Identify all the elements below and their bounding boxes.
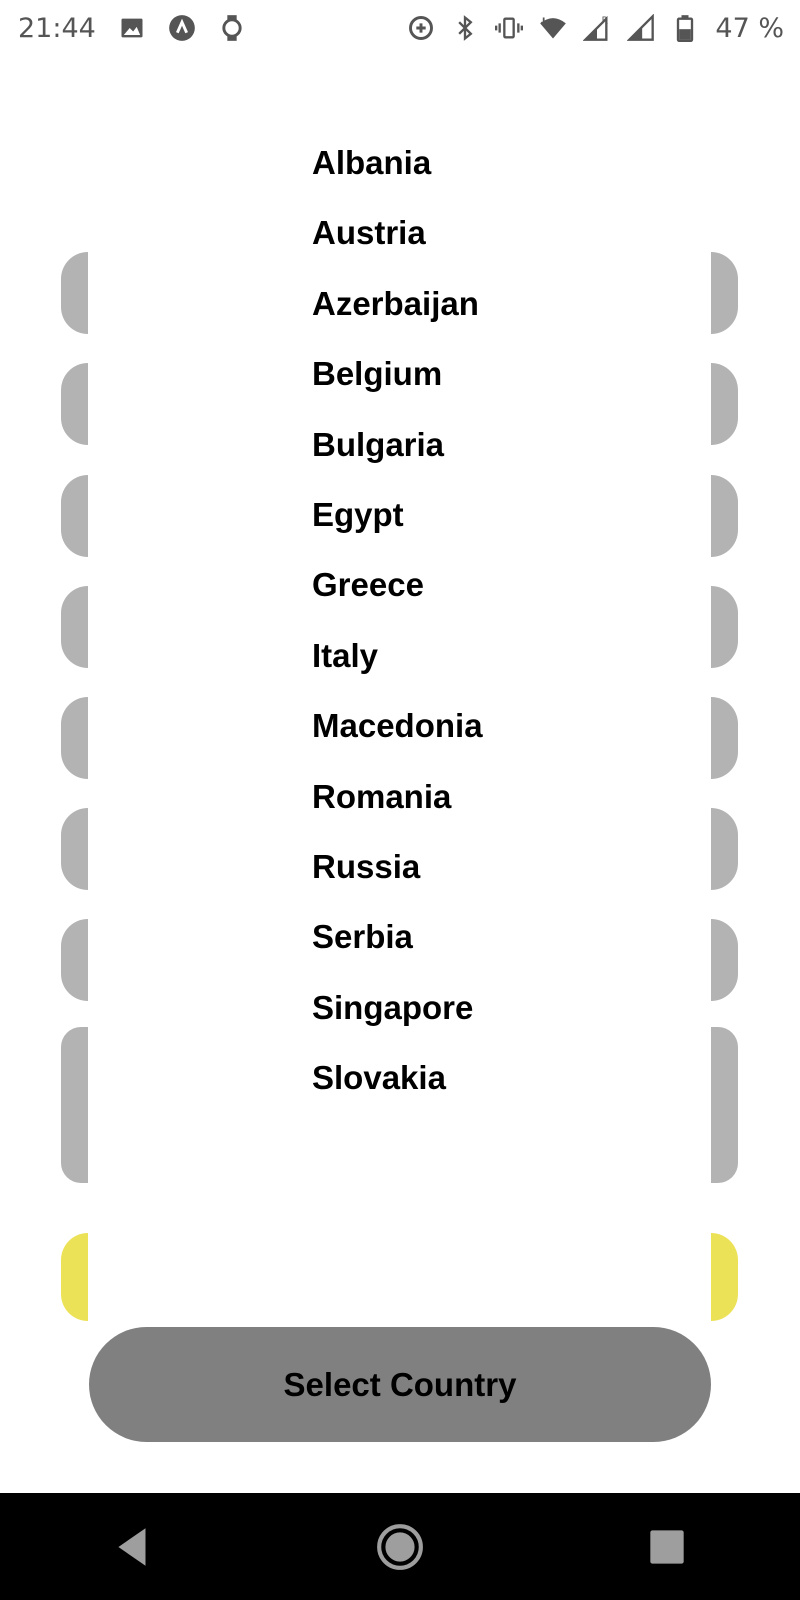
country-list: Albania Austria Azerbaijan Belgium Bulga… — [312, 128, 692, 1113]
side-decoration-right — [711, 475, 738, 557]
country-item-italy[interactable]: Italy — [312, 621, 692, 691]
country-item-albania[interactable]: Albania — [312, 128, 692, 198]
country-item-bulgaria[interactable]: Bulgaria — [312, 410, 692, 480]
signal-icon — [627, 14, 655, 42]
status-bar-right: R 47 % — [407, 13, 800, 44]
side-decoration-right — [711, 919, 738, 1001]
country-item-azerbaijan[interactable]: Azerbaijan — [312, 269, 692, 339]
side-decoration-left — [61, 808, 88, 890]
side-decoration-left — [61, 919, 88, 1001]
side-decoration-right — [711, 1027, 738, 1183]
country-item-egypt[interactable]: Egypt — [312, 480, 692, 550]
side-decoration-left — [61, 697, 88, 779]
battery-percent: 47 % — [715, 12, 784, 44]
side-decoration-right — [711, 363, 738, 445]
country-item-slovakia[interactable]: Slovakia — [312, 1043, 692, 1113]
status-bar: 21:44 R 47 % — [0, 0, 800, 56]
wifi-icon — [539, 14, 567, 42]
back-icon[interactable] — [103, 1517, 163, 1577]
vibrate-icon — [495, 14, 524, 42]
watch-icon — [218, 14, 246, 42]
data-saver-icon — [407, 14, 435, 42]
country-item-singapore[interactable]: Singapore — [312, 973, 692, 1043]
country-item-serbia[interactable]: Serbia — [312, 902, 692, 972]
side-decoration-left — [61, 1027, 88, 1183]
side-decoration-right — [711, 586, 738, 668]
battery-icon — [671, 14, 699, 42]
country-item-belgium[interactable]: Belgium — [312, 339, 692, 409]
recents-icon[interactable] — [637, 1517, 697, 1577]
bluetooth-icon — [451, 14, 479, 42]
status-time: 21:44 — [18, 12, 96, 44]
image-icon — [118, 14, 146, 42]
country-item-romania[interactable]: Romania — [312, 762, 692, 832]
side-decoration-left — [61, 586, 88, 668]
select-country-button[interactable]: Select Country — [89, 1327, 711, 1442]
side-accent-right — [711, 1233, 738, 1321]
side-decoration-left — [61, 363, 88, 445]
svg-text:R: R — [602, 15, 609, 26]
country-item-macedonia[interactable]: Macedonia — [312, 691, 692, 761]
navigation-bar — [0, 1493, 800, 1600]
side-decoration-left — [61, 475, 88, 557]
side-accent-left — [61, 1233, 88, 1321]
status-bar-left: 21:44 — [0, 13, 246, 44]
country-item-austria[interactable]: Austria — [312, 198, 692, 268]
country-item-greece[interactable]: Greece — [312, 550, 692, 620]
home-icon[interactable] — [370, 1517, 430, 1577]
signal-roaming-icon: R — [583, 14, 611, 42]
app-logo-icon — [168, 14, 196, 42]
side-decoration-right — [711, 697, 738, 779]
side-decoration-right — [711, 252, 738, 334]
side-decoration-left — [61, 252, 88, 334]
side-decoration-right — [711, 808, 738, 890]
country-item-russia[interactable]: Russia — [312, 832, 692, 902]
